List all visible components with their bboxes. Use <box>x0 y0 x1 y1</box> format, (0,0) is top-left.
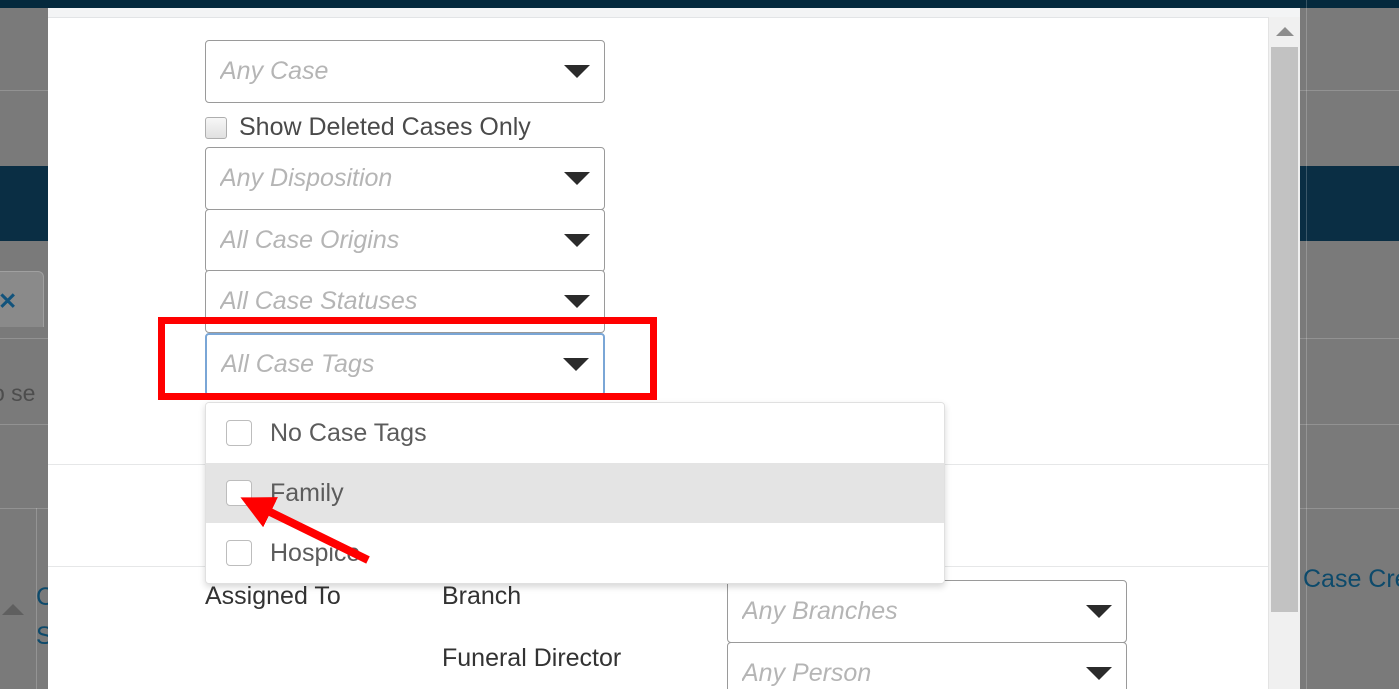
case-select-placeholder: Any Case <box>220 57 329 85</box>
scrollbar-thumb[interactable] <box>1271 47 1298 612</box>
scroll-up-button[interactable] <box>1269 17 1300 45</box>
case-origins-select[interactable]: All Case Origins <box>205 209 605 272</box>
modal-top-strip <box>48 8 1300 18</box>
disposition-select[interactable]: Any Disposition <box>205 147 605 210</box>
chevron-down-icon <box>564 295 590 308</box>
close-icon[interactable]: ✕ <box>0 288 17 315</box>
chevron-down-icon <box>1086 667 1112 680</box>
funeral-director-label: Funeral Director <box>442 644 622 672</box>
show-deleted-cases-label: Show Deleted Cases Only <box>239 113 531 141</box>
show-deleted-cases-checkbox-row[interactable]: Show Deleted Cases Only <box>205 113 531 142</box>
branch-label: Branch <box>442 582 522 610</box>
case-select[interactable]: Any Case <box>205 40 605 103</box>
show-deleted-cases-checkbox[interactable] <box>205 116 227 139</box>
dropdown-option-label: No Case Tags <box>270 418 427 447</box>
scroll-up-arrow-icon <box>1275 26 1294 36</box>
dropdown-option-checkbox[interactable] <box>226 540 252 566</box>
filter-modal: Any Case Show Deleted Cases Only Any Dis… <box>48 8 1300 689</box>
branch-select-placeholder: Any Branches <box>742 597 898 625</box>
dropdown-option-family[interactable]: Family <box>206 463 944 523</box>
assigned-to-section-label: Assigned To <box>205 582 341 610</box>
dropdown-option-checkbox[interactable] <box>226 480 252 506</box>
case-tags-dropdown-list[interactable]: No Case Tags Family Hospice <box>205 402 945 584</box>
background-top-bar <box>0 0 1399 8</box>
chevron-down-icon <box>1086 605 1112 618</box>
case-statuses-select[interactable]: All Case Statuses <box>205 270 605 333</box>
funeral-director-select-placeholder: Any Person <box>742 659 872 687</box>
modal-scrollbar[interactable] <box>1268 17 1300 689</box>
case-origins-select-placeholder: All Case Origins <box>220 226 400 254</box>
disposition-select-placeholder: Any Disposition <box>220 164 393 192</box>
case-tags-select-placeholder: All Case Tags <box>221 350 375 378</box>
dropdown-option-no-case-tags[interactable]: No Case Tags <box>206 403 944 463</box>
chevron-down-icon <box>563 358 589 371</box>
background-empty-text: o se <box>0 380 36 406</box>
background-column-header: Case Created At <box>1303 565 1399 593</box>
branch-select[interactable]: Any Branches <box>727 580 1127 643</box>
funeral-director-select[interactable]: Any Person <box>727 642 1127 689</box>
chevron-down-icon <box>564 172 590 185</box>
dropdown-option-label: Family <box>270 478 344 507</box>
dropdown-option-label: Hospice <box>270 538 361 567</box>
case-statuses-select-placeholder: All Case Statuses <box>220 287 418 315</box>
collapse-caret-icon[interactable] <box>2 604 24 615</box>
dropdown-option-hospice[interactable]: Hospice <box>206 523 944 583</box>
dropdown-option-checkbox[interactable] <box>226 420 252 446</box>
chevron-down-icon <box>564 65 590 78</box>
case-tags-select[interactable]: All Case Tags <box>205 333 605 396</box>
chevron-down-icon <box>564 234 590 247</box>
screenshot-root: ✕ o se C S Case Created At Any Case Show… <box>0 0 1399 689</box>
